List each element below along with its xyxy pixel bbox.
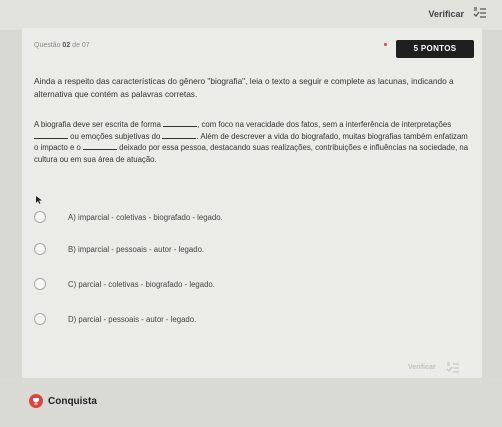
- required-dot: [384, 43, 387, 46]
- achievement-label: Conquista: [48, 395, 97, 407]
- option-label: D) parcial - pessoais - autor - legado.: [68, 314, 197, 324]
- radio-b[interactable]: [34, 243, 46, 255]
- question-total: de 07: [72, 42, 90, 49]
- verify-label: Verificar: [428, 9, 464, 19]
- trophy-icon: [29, 394, 43, 408]
- points-badge: 5 PONTOS: [384, 40, 474, 58]
- verify-button-top[interactable]: Verificar: [428, 9, 464, 19]
- mouse-cursor-icon: [36, 196, 42, 204]
- question-passage: A biografia deve ser escrita de forma , …: [34, 119, 474, 165]
- option-label: A) imparcial - coletivas - biografado - …: [68, 212, 223, 222]
- radio-c[interactable]: [34, 278, 46, 290]
- question-prompt: Ainda a respeito das características do …: [34, 76, 454, 99]
- blank-2: [34, 131, 68, 139]
- option-d[interactable]: D) parcial - pessoais - autor - legado.: [34, 309, 414, 329]
- passage-segment: A biografia deve ser escrita de forma: [34, 120, 164, 129]
- verify-label: Verificar: [408, 364, 436, 371]
- achievement-bar[interactable]: Conquista: [29, 394, 97, 408]
- option-c[interactable]: C) parcial - coletivas - biografado - le…: [34, 274, 414, 294]
- top-bar: [0, 0, 502, 30]
- radio-a[interactable]: [34, 211, 46, 223]
- radio-d[interactable]: [34, 313, 46, 325]
- checklist-icon[interactable]: [473, 7, 487, 19]
- question-number: Questão 02 de 07: [34, 42, 90, 49]
- option-a[interactable]: A) imparcial - coletivas - biografado - …: [34, 207, 414, 227]
- option-b[interactable]: B) imparcial - pessoais - autor - legado…: [34, 239, 414, 259]
- option-label: B) imparcial - pessoais - autor - legado…: [68, 244, 205, 254]
- points-label: 5 PONTOS: [413, 44, 457, 53]
- blank-3: [162, 131, 197, 139]
- question-number-value: 02: [62, 42, 71, 49]
- question-prefix: Questão: [34, 42, 61, 49]
- blank-1: [163, 119, 198, 127]
- passage-segment: ou emoções subjetivas do: [68, 131, 163, 141]
- option-label: C) parcial - coletivas - biografado - le…: [68, 279, 215, 289]
- checklist-icon[interactable]: [446, 362, 460, 374]
- passage-segment: , com foco na veracidade dos fatos, sem …: [197, 120, 452, 129]
- blank-4: [82, 142, 117, 150]
- verify-button-bottom[interactable]: Verificar: [408, 364, 436, 371]
